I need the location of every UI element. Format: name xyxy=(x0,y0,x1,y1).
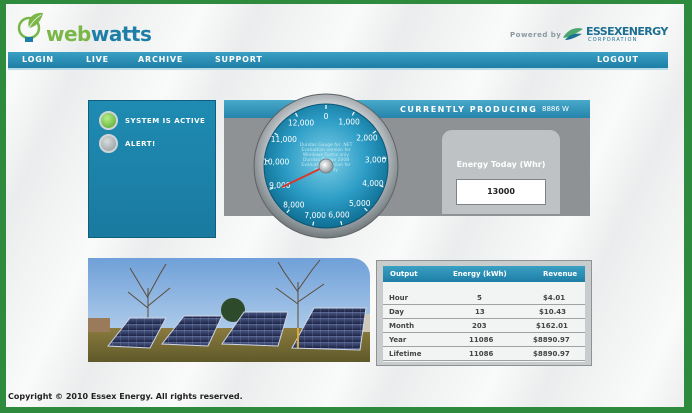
producing-title: CURRENTLY PRODUCING xyxy=(400,105,538,114)
nav-live[interactable]: LIVE xyxy=(86,55,109,64)
header-revenue: Revenue xyxy=(543,270,578,278)
logo-wordmark: webwatts xyxy=(46,22,152,46)
gauge-tick-label: 6,000 xyxy=(328,210,350,219)
top-nav: LOGIN LIVE ARCHIVE SUPPORT LOGOUT xyxy=(8,52,668,70)
table-row: Hour 5 $4.01 xyxy=(383,291,585,305)
gauge-tick-label: 5,000 xyxy=(349,199,371,208)
table-row: Lifetime 11086 $8890.97 xyxy=(383,347,585,361)
table-row: Day 13 $10.43 xyxy=(383,305,585,319)
webwatts-logo[interactable]: webwatts xyxy=(14,8,164,48)
header-output: Output xyxy=(390,270,418,278)
gauge-tick-label: 0 xyxy=(324,112,329,121)
partner-subtitle: CORPORATION xyxy=(588,37,638,43)
leaf-icon xyxy=(563,28,583,40)
table-row: Year 11086 $8890.97 xyxy=(383,333,585,347)
footer-copyright: Copyright © 2010 Essex Energy. All right… xyxy=(8,392,243,401)
gauge-tick-label: 7,000 xyxy=(304,211,326,220)
essex-energy-logo[interactable]: ESSEXENERGY CORPORATION xyxy=(562,24,672,46)
gauge-tick-label: 3,000 xyxy=(365,155,387,164)
nav-support[interactable]: SUPPORT xyxy=(215,55,263,64)
table-row: Month 203 $162.01 xyxy=(383,319,585,333)
status-alert-led-icon xyxy=(99,134,118,153)
status-alert-label: ALERT! xyxy=(125,140,156,148)
row-revenue: $162.01 xyxy=(536,322,568,330)
gauge-tick-label: 1,000 xyxy=(338,118,360,127)
row-energy: 203 xyxy=(472,322,487,330)
gauge-hub xyxy=(318,158,334,174)
row-revenue: $10.43 xyxy=(539,308,567,316)
energy-today-value: 13000 xyxy=(456,179,546,205)
row-energy: 13 xyxy=(475,308,485,316)
row-revenue: $8890.97 xyxy=(533,336,570,344)
gauge-tick-label: 12,000 xyxy=(288,119,314,128)
gauge-tick-label: 4,000 xyxy=(362,179,384,188)
energy-revenue-table: Output Energy (kWh) Revenue Hour 5 $4.01… xyxy=(383,266,585,362)
row-label: Hour xyxy=(389,294,409,302)
row-label: Month xyxy=(389,322,415,330)
energy-today-title: Energy Today (Whr) xyxy=(456,160,546,169)
nav-login[interactable]: LOGIN xyxy=(22,55,54,64)
window-frame: webwatts Powered by ESSEXENERGY CORPORAT… xyxy=(0,0,692,413)
gauge-tick-label: 9,000 xyxy=(269,181,291,190)
row-label: Day xyxy=(389,308,404,316)
row-label: Lifetime xyxy=(389,350,422,358)
power-gauge: Dundas Gauge for .NET Evaluation version … xyxy=(253,93,399,239)
solar-panels-photo xyxy=(88,258,370,362)
row-energy: 11086 xyxy=(469,336,494,344)
energy-revenue-table-panel: Output Energy (kWh) Revenue Hour 5 $4.01… xyxy=(376,260,592,366)
row-label: Year xyxy=(389,336,407,344)
row-revenue: $4.01 xyxy=(543,294,566,302)
header: webwatts Powered by ESSEXENERGY CORPORAT… xyxy=(6,4,684,50)
powered-by-label: Powered by xyxy=(510,31,562,39)
status-active-label: SYSTEM IS ACTIVE xyxy=(125,117,206,125)
gauge-tick xyxy=(312,221,315,226)
producing-watts: 8886 W xyxy=(542,105,569,113)
row-energy: 5 xyxy=(477,294,482,302)
header-energy: Energy (kWh) xyxy=(453,270,507,278)
status-active-led-icon xyxy=(99,111,118,130)
gauge-tick-label: 11,000 xyxy=(271,135,297,144)
page: webwatts Powered by ESSEXENERGY CORPORAT… xyxy=(6,4,684,407)
row-energy: 11086 xyxy=(469,350,494,358)
energy-today-box: Energy Today (Whr) 13000 xyxy=(442,130,560,214)
bulb-leaf-icon xyxy=(17,12,43,42)
gauge-tick-label: 10,000 xyxy=(263,158,289,167)
row-revenue: $8890.97 xyxy=(533,350,570,358)
gauge-tick-label: 2,000 xyxy=(356,133,378,142)
gauge-tick-label: 8,000 xyxy=(283,200,305,209)
nav-archive[interactable]: ARCHIVE xyxy=(138,55,183,64)
system-status-panel: SYSTEM IS ACTIVE ALERT! xyxy=(88,100,216,238)
nav-logout[interactable]: LOGOUT xyxy=(597,55,639,64)
table-header: Output Energy (kWh) Revenue xyxy=(383,266,585,282)
